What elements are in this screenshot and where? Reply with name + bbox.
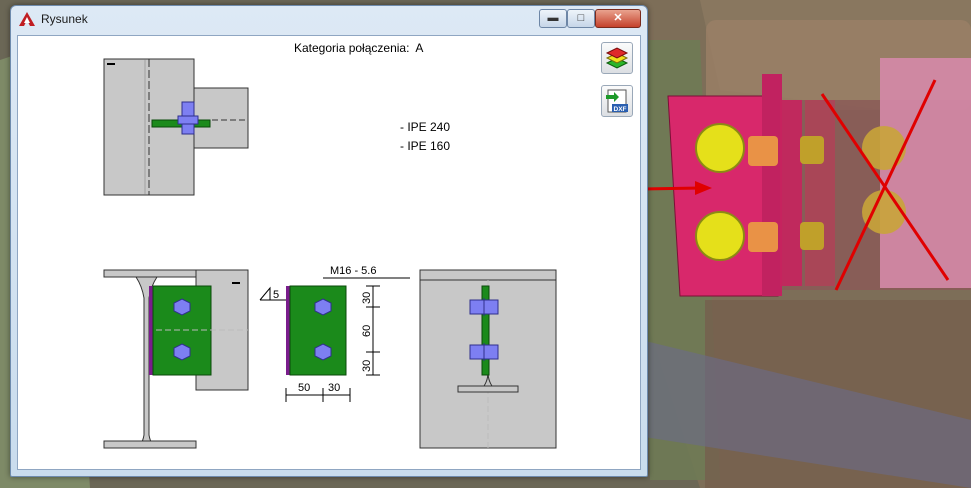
bolt-label: M16 - 5.6 <box>330 265 376 277</box>
side-view <box>103 269 249 449</box>
close-button[interactable]: ✕ <box>595 9 641 28</box>
dim-h-1: 50 <box>298 382 310 394</box>
layers-icon <box>605 47 629 69</box>
dxf-export-icon: DXF <box>606 89 628 113</box>
window-title: Rysunek <box>41 12 88 26</box>
maximize-button[interactable]: □ <box>567 9 595 28</box>
drawing-area[interactable]: Kategoria połączenia: A - IPE 240 - IPE … <box>17 35 641 470</box>
front-view <box>419 269 557 449</box>
dxf-label: DXF <box>614 106 627 113</box>
plate-detail: 5 M16 - 5.6 30 60 30 50 30 <box>259 265 410 402</box>
minimize-button[interactable]: ▬ <box>539 9 567 28</box>
dim-h-2: 30 <box>328 382 340 394</box>
dim-v-1: 30 <box>361 292 373 304</box>
endplate-3d <box>667 74 835 297</box>
dim-v-2: 60 <box>361 325 373 337</box>
drawing-window[interactable]: Rysunek ▬ □ ✕ Kategoria połączenia: A - … <box>10 5 648 477</box>
top-view <box>103 58 249 196</box>
weld-size: 5 <box>273 289 279 301</box>
dxf-export-button[interactable]: DXF <box>601 85 633 117</box>
layers-button[interactable] <box>601 42 633 74</box>
dim-v-3: 30 <box>361 360 373 372</box>
connection-drawing: 5 M16 - 5.6 30 60 30 50 30 <box>103 58 557 449</box>
app-logo-icon <box>19 12 35 26</box>
title-bar[interactable]: Rysunek ▬ □ ✕ <box>11 6 647 32</box>
